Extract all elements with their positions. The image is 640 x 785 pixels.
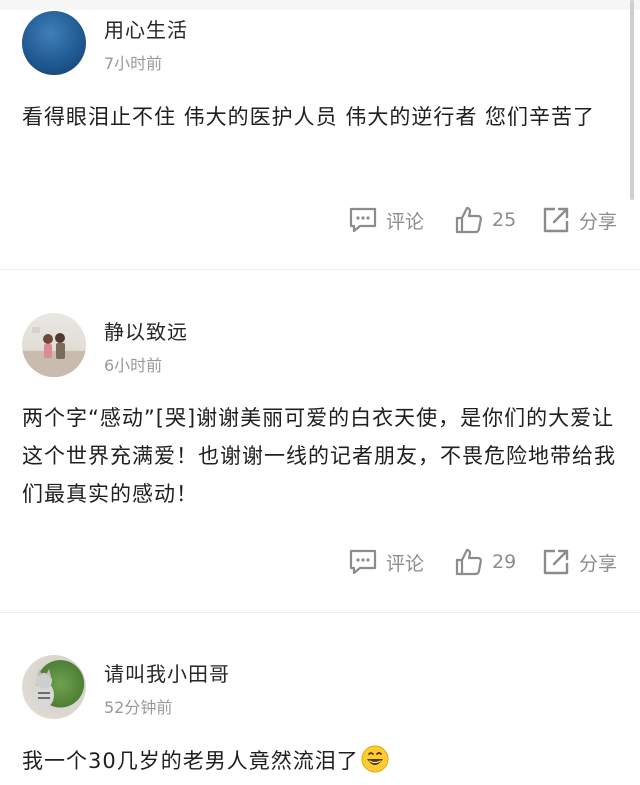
avatar-photo-figures (22, 327, 86, 377)
comment-username[interactable]: 用心生活 (104, 14, 188, 43)
like-button[interactable]: 25 (454, 200, 516, 240)
user-avatar[interactable] (22, 11, 86, 75)
reply-button[interactable]: 评论 (348, 200, 424, 240)
reply-label: 评论 (386, 210, 425, 233)
share-label: 分享 (579, 552, 618, 575)
share-button[interactable]: 分享 (541, 542, 617, 582)
top-edge (0, 0, 640, 10)
like-count: 25 (492, 209, 517, 231)
comment-time: 52分钟前 (104, 698, 173, 717)
avatar-cat-figure (34, 669, 54, 708)
comment-username[interactable]: 静以致远 (104, 316, 188, 345)
comment-text-row: 我一个30几岁的老男人竟然流泪了 (22, 742, 622, 780)
share-arrow-icon (541, 205, 571, 235)
divider (0, 269, 640, 270)
comment-username[interactable]: 请叫我小田哥 (104, 658, 230, 687)
share-arrow-icon (541, 547, 571, 577)
comment-text: 我一个30几岁的老男人竟然流泪了 (22, 749, 359, 773)
thumbs-up-icon (454, 547, 484, 577)
share-button[interactable]: 分享 (541, 200, 617, 240)
grinning-face-emoji (361, 745, 389, 773)
scrollbar[interactable] (630, 0, 634, 200)
comment-text: 看得眼泪止不住 伟大的医护人员 伟大的逆行者 您们辛苦了 (22, 105, 596, 129)
comment-bubble-icon (348, 206, 378, 234)
user-avatar[interactable] (22, 655, 86, 719)
comment-bubble-icon (348, 548, 378, 576)
comment-time: 6小时前 (104, 356, 163, 375)
comment-text: 两个字“感动”[哭]谢谢美丽可爱的白衣天使，是你们的大爱让这个世界充满爱！也谢谢… (22, 406, 616, 506)
reply-label: 评论 (386, 552, 425, 575)
user-avatar[interactable] (22, 313, 86, 377)
share-label: 分享 (579, 210, 618, 233)
comment-actions: 评论 29 分享 (0, 542, 640, 582)
like-count: 29 (492, 551, 517, 573)
reply-button[interactable]: 评论 (348, 542, 424, 582)
thumbs-up-icon (454, 205, 484, 235)
comment-actions: 评论 25 分享 (0, 200, 640, 240)
divider (0, 612, 640, 613)
like-button[interactable]: 29 (454, 542, 516, 582)
comment-time: 7小时前 (104, 54, 163, 73)
